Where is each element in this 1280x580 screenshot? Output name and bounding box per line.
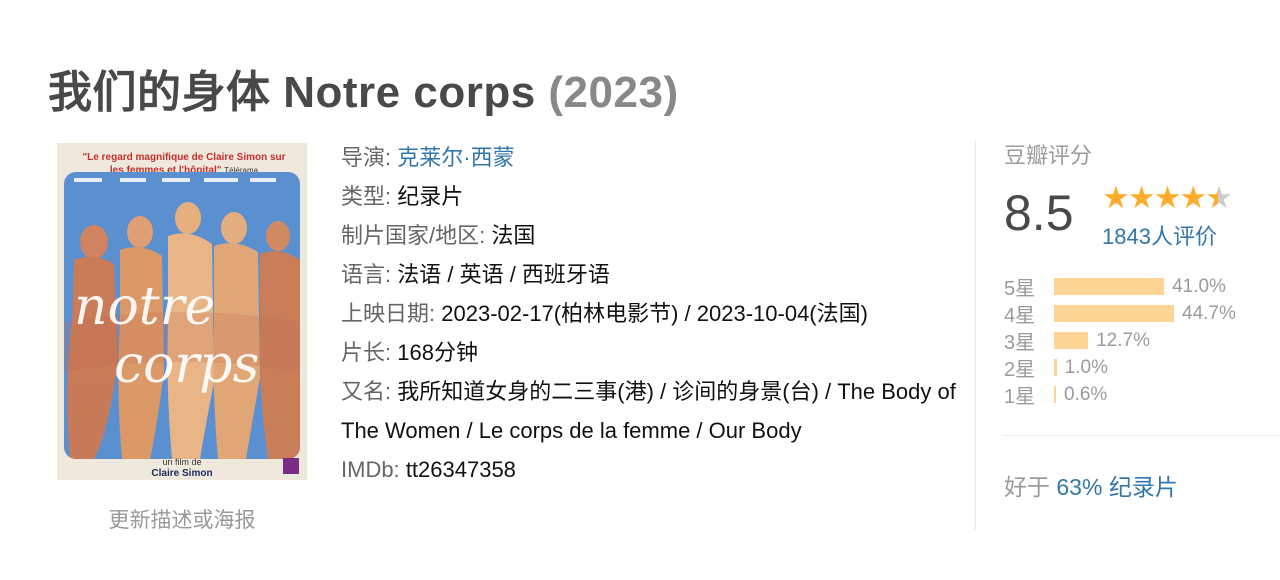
movie-year: (2023)	[548, 68, 679, 117]
svg-text:notre: notre	[74, 277, 215, 337]
star-icon: ★	[1127, 180, 1156, 215]
better-than: 好于 63% 纪录片	[1004, 468, 1178, 502]
distribution-label: 5星	[1004, 278, 1036, 300]
star-icon: ★	[1153, 180, 1182, 215]
info-genre: 类型: 纪录片	[341, 177, 956, 216]
distribution-bar	[1054, 332, 1089, 349]
distribution-row: 3星 12.7%	[1004, 327, 1236, 355]
language-label: 语言:	[341, 262, 392, 287]
release-value: 2023-02-17(柏林电影节) / 2023-10-04(法国)	[441, 301, 868, 326]
rating-divider	[1004, 435, 1280, 436]
release-label: 上映日期:	[341, 301, 436, 326]
poster-director: Claire Simon	[151, 468, 213, 479]
rating-distribution: 5星 41.0% 4星 44.7% 3星 12.7% 2星 1.0% 1星 0.6%	[1004, 273, 1236, 409]
distribution-row: 1星 0.6%	[1004, 381, 1236, 409]
better-genre-link[interactable]: 纪录片	[1109, 474, 1178, 500]
info-language: 语言: 法语 / 英语 / 西班牙语	[341, 255, 956, 294]
info-aka: 又名: 我所知道女身的二三事(港) / 诊间的身景(台) / The Body …	[341, 372, 956, 450]
distribution-label: 4星	[1004, 305, 1036, 327]
distribution-percent: 44.7%	[1182, 302, 1236, 324]
info-country: 制片国家/地区: 法国	[341, 216, 956, 255]
page-title: 我们的身体 Notre corps (2023)	[48, 56, 679, 120]
update-poster-link[interactable]: 更新描述或海报	[57, 504, 307, 534]
rating-stars: ★★★★★	[1102, 180, 1233, 215]
rating-votes-link[interactable]: 1843人评价	[1102, 219, 1217, 251]
poster-artwork: notre corps	[64, 172, 300, 459]
distribution-percent: 0.6%	[1064, 383, 1108, 405]
better-prefix: 好于	[1004, 474, 1050, 500]
aka-value: 我所知道女身的二三事(港) / 诊间的身景(台) / The Body of T…	[341, 379, 956, 443]
director-link[interactable]: 克莱尔·西蒙	[397, 145, 514, 170]
poster-footer: un film de Claire Simon	[57, 457, 307, 479]
distribution-row: 5星 41.0%	[1004, 273, 1236, 301]
movie-poster[interactable]: "Le regard magnifique de Claire Simon su…	[57, 143, 307, 480]
distribution-bar	[1054, 305, 1174, 322]
language-value: 法语 / 英语 / 西班牙语	[397, 262, 610, 287]
runtime-label: 片长:	[341, 340, 392, 365]
imdb-label: IMDb:	[341, 457, 400, 482]
better-pct-link[interactable]: 63%	[1056, 474, 1102, 500]
distribution-row: 4星 44.7%	[1004, 300, 1236, 328]
distribution-row: 2星 1.0%	[1004, 354, 1236, 382]
genre-label: 类型:	[341, 184, 392, 209]
genre-value: 纪录片	[397, 184, 464, 209]
distribution-label: 1星	[1004, 386, 1036, 408]
info-director: 导演: 克莱尔·西蒙	[341, 138, 956, 177]
distributor-logo	[283, 458, 299, 474]
distribution-label: 2星	[1004, 359, 1036, 381]
distribution-percent: 1.0%	[1064, 356, 1108, 378]
country-value: 法国	[491, 223, 536, 248]
aka-label: 又名:	[341, 379, 392, 404]
movie-info: 导演: 克莱尔·西蒙 类型: 纪录片 制片国家/地区: 法国 语言: 法语 / …	[341, 138, 956, 489]
imdb-value: tt26347358	[405, 457, 516, 482]
distribution-bar	[1054, 386, 1056, 403]
distribution-percent: 41.0%	[1172, 275, 1226, 297]
rating-title: 豆瓣评分	[1004, 143, 1093, 168]
country-label: 制片国家/地区:	[341, 223, 486, 248]
star-icon: ★	[1205, 180, 1233, 215]
movie-title: 我们的身体 Notre corps	[48, 68, 536, 117]
rating-score: 8.5	[1004, 185, 1074, 241]
info-release: 上映日期: 2023-02-17(柏林电影节) / 2023-10-04(法国)	[341, 294, 956, 333]
distribution-bar	[1054, 359, 1057, 376]
section-divider	[975, 140, 976, 530]
star-icon: ★	[1102, 180, 1130, 215]
info-imdb: IMDb: tt26347358	[341, 450, 956, 489]
info-runtime: 片长: 168分钟	[341, 333, 956, 372]
director-label: 导演:	[341, 145, 392, 170]
poster-byline: un film de	[162, 457, 202, 467]
runtime-value: 168分钟	[397, 340, 478, 365]
distribution-bar	[1054, 278, 1165, 295]
star-icon: ★	[1179, 180, 1207, 215]
svg-text:corps: corps	[114, 335, 259, 395]
distribution-label: 3星	[1004, 332, 1036, 354]
distribution-percent: 12.7%	[1096, 329, 1150, 351]
